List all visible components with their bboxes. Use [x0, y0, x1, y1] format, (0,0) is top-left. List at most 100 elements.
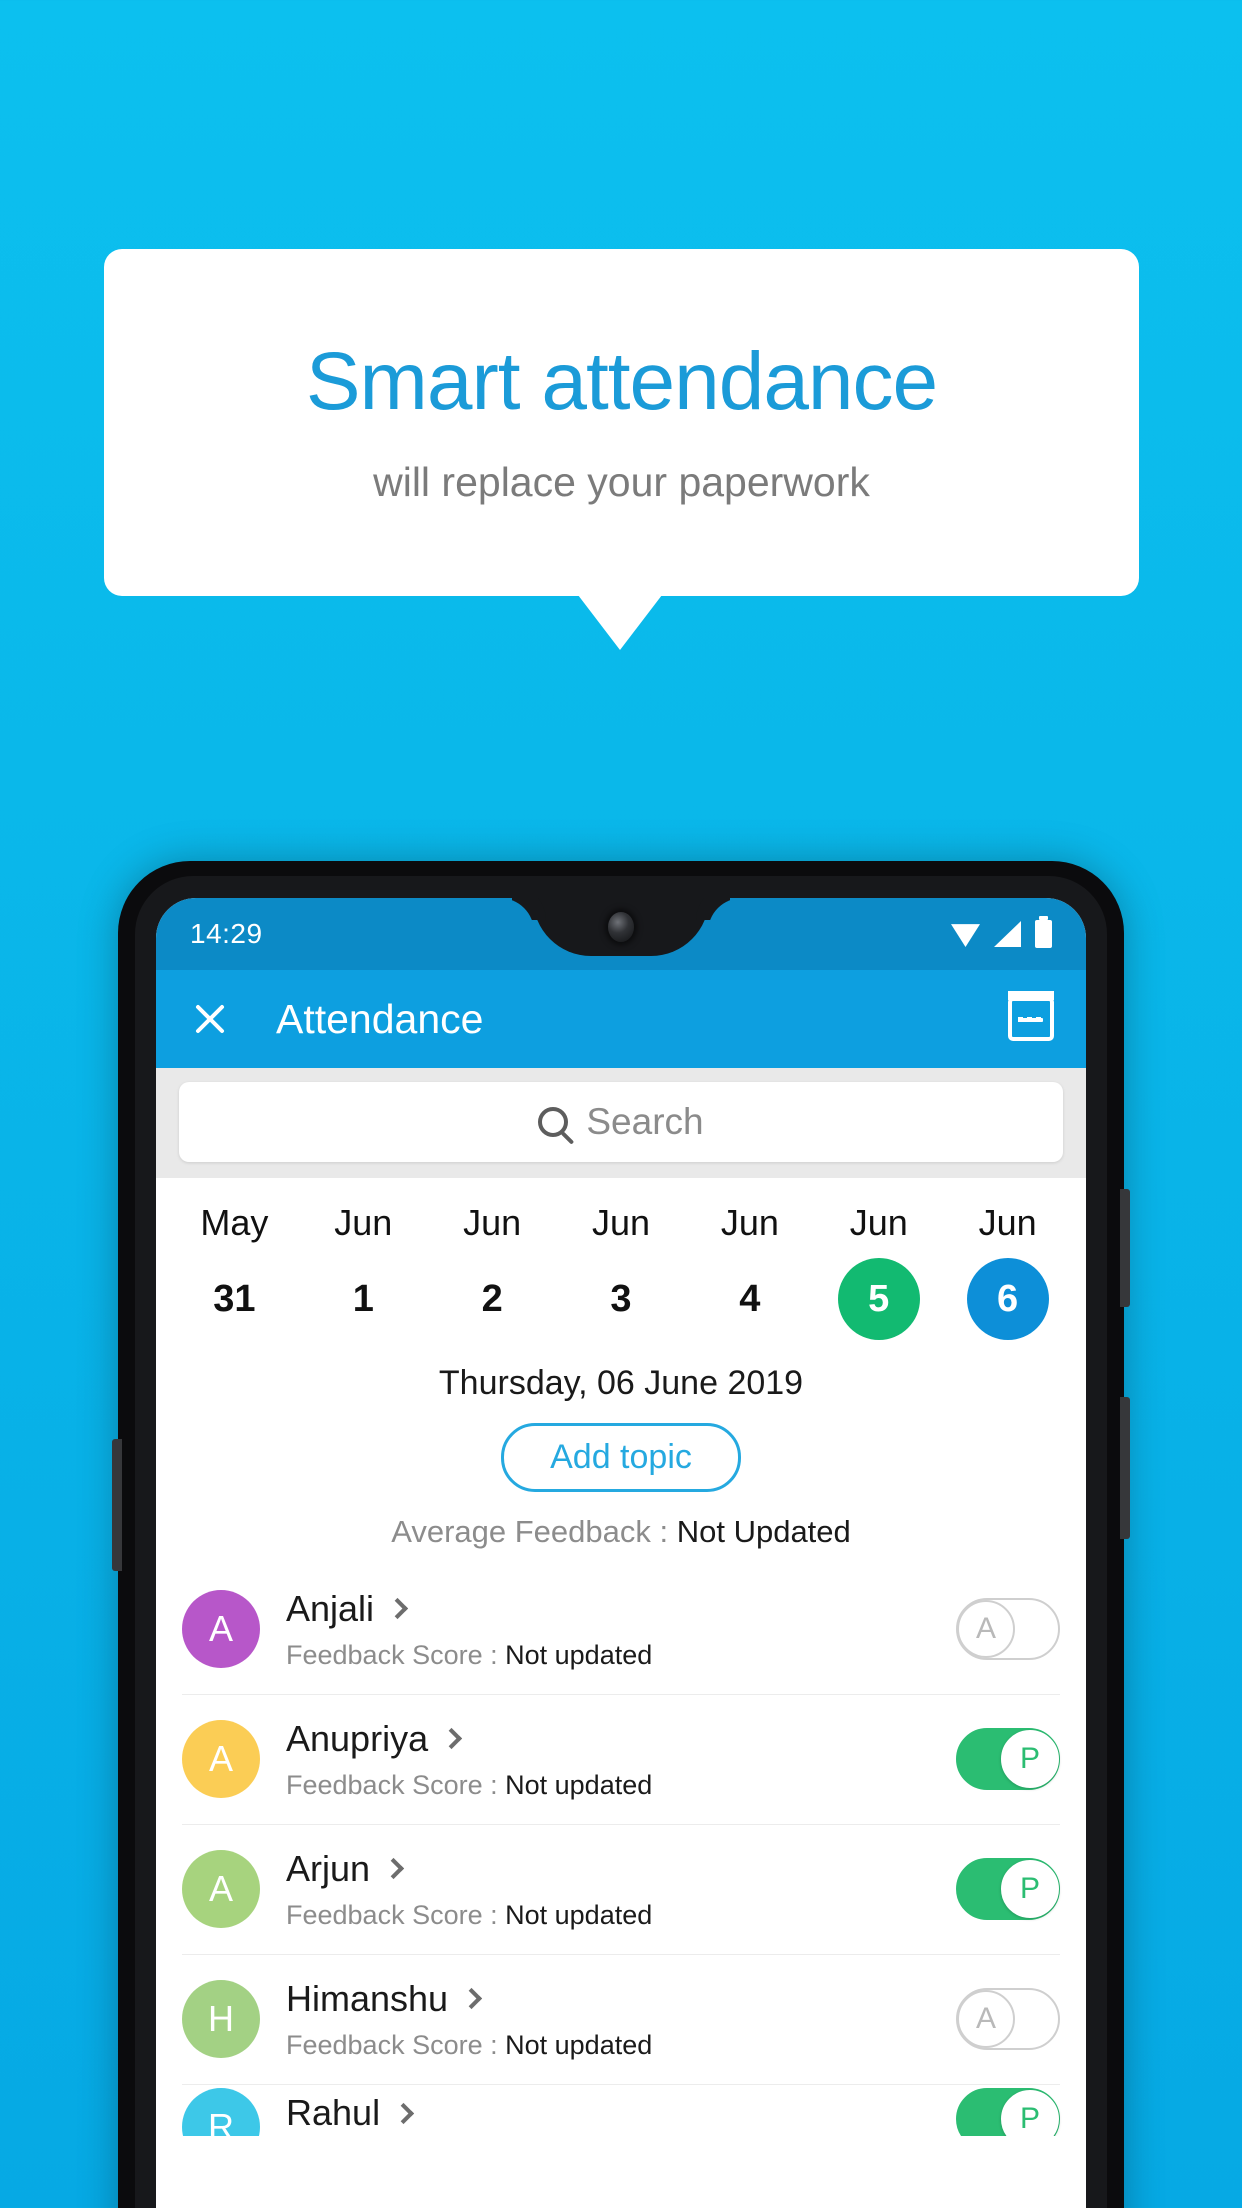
promo-title: Smart attendance: [305, 335, 938, 427]
phone-screen: 14:29 Attendance Search May 31 Jun 1 Jun…: [156, 898, 1086, 2208]
student-name-line[interactable]: Anjali: [286, 1588, 956, 1630]
feedback-score-value: Not updated: [505, 1639, 653, 1670]
phone-bezel: 14:29 Attendance Search May 31 Jun 1 Jun…: [135, 876, 1107, 2208]
attendance-toggle[interactable]: A: [956, 1988, 1060, 2050]
callout-tail: [578, 595, 662, 650]
date-cell[interactable]: Jun 2: [428, 1202, 557, 1340]
student-name-line[interactable]: Anupriya: [286, 1718, 956, 1760]
wifi-icon: [951, 924, 980, 947]
add-topic-button[interactable]: Add topic: [501, 1423, 741, 1492]
student-row[interactable]: H Himanshu Feedback Score : Not updated A: [156, 1954, 1086, 2084]
avatar: A: [182, 1850, 260, 1928]
attendance-toggle[interactable]: A: [956, 1598, 1060, 1660]
chevron-right-icon[interactable]: [392, 2102, 415, 2124]
attendance-toggle[interactable]: P: [956, 1858, 1060, 1920]
search-icon: [538, 1107, 569, 1137]
feedback-score-label: Feedback Score :: [286, 1769, 506, 1800]
chevron-right-icon[interactable]: [460, 1987, 483, 2010]
status-bar: 14:29: [156, 898, 1086, 970]
chevron-right-icon[interactable]: [382, 1857, 405, 1880]
battery-icon: [1035, 916, 1052, 948]
calendar-icon[interactable]: [1008, 991, 1054, 1041]
attendance-toggle[interactable]: P: [956, 2088, 1060, 2136]
student-row[interactable]: R RahulFeedback Score : Not updated P: [156, 2084, 1086, 2136]
date-strip: May 31 Jun 1 Jun 2 Jun 3 Jun 4 Jun 5 Jun 6: [156, 1178, 1086, 1346]
date-month-label: Jun: [978, 1202, 1037, 1243]
date-cell[interactable]: Jun 6: [943, 1202, 1072, 1340]
feedback-score-line: Feedback Score : Not updated: [286, 2030, 956, 2061]
date-month-label: Jun: [720, 1202, 779, 1243]
student-row[interactable]: A Anupriya Feedback Score : Not updated P: [156, 1694, 1086, 1824]
close-icon[interactable]: [188, 997, 232, 1041]
student-row[interactable]: A Arjun Feedback Score : Not updated P: [156, 1824, 1086, 1954]
power-button[interactable]: [1120, 1397, 1130, 1539]
date-month-label: Jun: [591, 1202, 651, 1243]
date-cell[interactable]: Jun 3: [557, 1202, 686, 1340]
student-name-line[interactable]: Himanshu: [286, 1978, 956, 2020]
student-info: Himanshu Feedback Score : Not updated: [286, 1978, 956, 2061]
volume-button-right[interactable]: [1120, 1189, 1130, 1307]
day-header: Thursday, 06 June 2019: [438, 1364, 804, 1402]
feedback-score-line: Feedback Score : Not updated: [286, 1640, 956, 1671]
average-feedback-label: Average Feedback :: [391, 1514, 677, 1549]
date-month-label: May: [200, 1202, 269, 1243]
attendance-toggle[interactable]: P: [956, 1728, 1060, 1790]
promo-callout: Smart attendance will replace your paper…: [104, 249, 1139, 596]
date-cell[interactable]: Jun 5: [814, 1202, 943, 1340]
avatar: H: [182, 1980, 260, 2058]
calendar-dots: [1018, 1017, 1041, 1022]
date-day-number: 5: [837, 1258, 920, 1340]
date-day-number: 4: [739, 1277, 761, 1320]
student-info: RahulFeedback Score : Not updated: [286, 2092, 956, 2136]
feedback-score-label: Feedback Score :: [286, 2029, 506, 2060]
date-day-number: 3: [610, 1277, 632, 1320]
student-name-line[interactable]: Arjun: [286, 1848, 956, 1890]
notch: [533, 898, 709, 956]
app-bar: Attendance: [156, 970, 1086, 1068]
date-day-number: 6: [966, 1258, 1049, 1340]
student-name: Himanshu: [286, 1977, 449, 2019]
student-row[interactable]: A Anjali Feedback Score : Not updated A: [156, 1564, 1086, 1694]
chevron-right-icon[interactable]: [440, 1727, 463, 1750]
date-cell[interactable]: Jun 4: [685, 1202, 814, 1340]
search-placeholder: Search: [586, 1101, 704, 1142]
date-month-label: Jun: [334, 1202, 393, 1243]
status-clock: 14:29: [190, 918, 263, 949]
feedback-score-line: Feedback Score : Not updated: [286, 1900, 956, 1931]
student-info: Anjali Feedback Score : Not updated: [286, 1588, 956, 1671]
date-month-label: Jun: [463, 1202, 522, 1243]
attendance-toggle-knob: P: [1001, 1730, 1059, 1788]
date-day-number: 1: [352, 1277, 374, 1320]
date-day-number: 2: [481, 1277, 503, 1320]
attendance-toggle-knob: A: [957, 1600, 1015, 1658]
phone-mockup: 14:29 Attendance Search May 31 Jun 1 Jun…: [112, 861, 1130, 2208]
date-cell[interactable]: May 31: [170, 1202, 299, 1340]
feedback-score-line: Feedback Score : Not updated: [286, 1770, 956, 1801]
feedback-score-label: Feedback Score :: [286, 1899, 506, 1930]
volume-button-left[interactable]: [112, 1439, 122, 1571]
student-name-line[interactable]: Rahul: [286, 2092, 956, 2134]
add-topic-wrap: Add topic: [156, 1423, 1086, 1492]
attendance-toggle-knob: P: [1001, 2090, 1059, 2136]
date-cell[interactable]: Jun 1: [299, 1202, 428, 1340]
attendance-toggle-knob: A: [957, 1990, 1015, 2048]
attendance-toggle-knob: P: [1001, 1860, 1059, 1918]
average-feedback-value: Not Updated: [676, 1514, 851, 1549]
search-section: Search: [156, 1068, 1086, 1178]
status-icons: [951, 916, 1052, 948]
feedback-score-value: Not updated: [505, 1769, 653, 1800]
student-info: Anupriya Feedback Score : Not updated: [286, 1718, 956, 1801]
avatar: A: [182, 1720, 260, 1798]
chevron-right-icon[interactable]: [386, 1597, 409, 1620]
average-feedback: Average Feedback : Not Updated: [156, 1514, 1086, 1550]
student-name: Rahul: [286, 2092, 381, 2133]
search-input[interactable]: Search: [179, 1082, 1063, 1162]
avatar: A: [182, 1590, 260, 1668]
page-title: Attendance: [276, 995, 484, 1042]
front-camera-icon: [608, 912, 634, 942]
date-day-number: 31: [213, 1277, 256, 1320]
feedback-score-value: Not updated: [505, 2029, 653, 2060]
student-name: Arjun: [286, 1847, 371, 1889]
feedback-score-value: Not updated: [505, 1899, 653, 1930]
date-month-label: Jun: [849, 1202, 908, 1243]
